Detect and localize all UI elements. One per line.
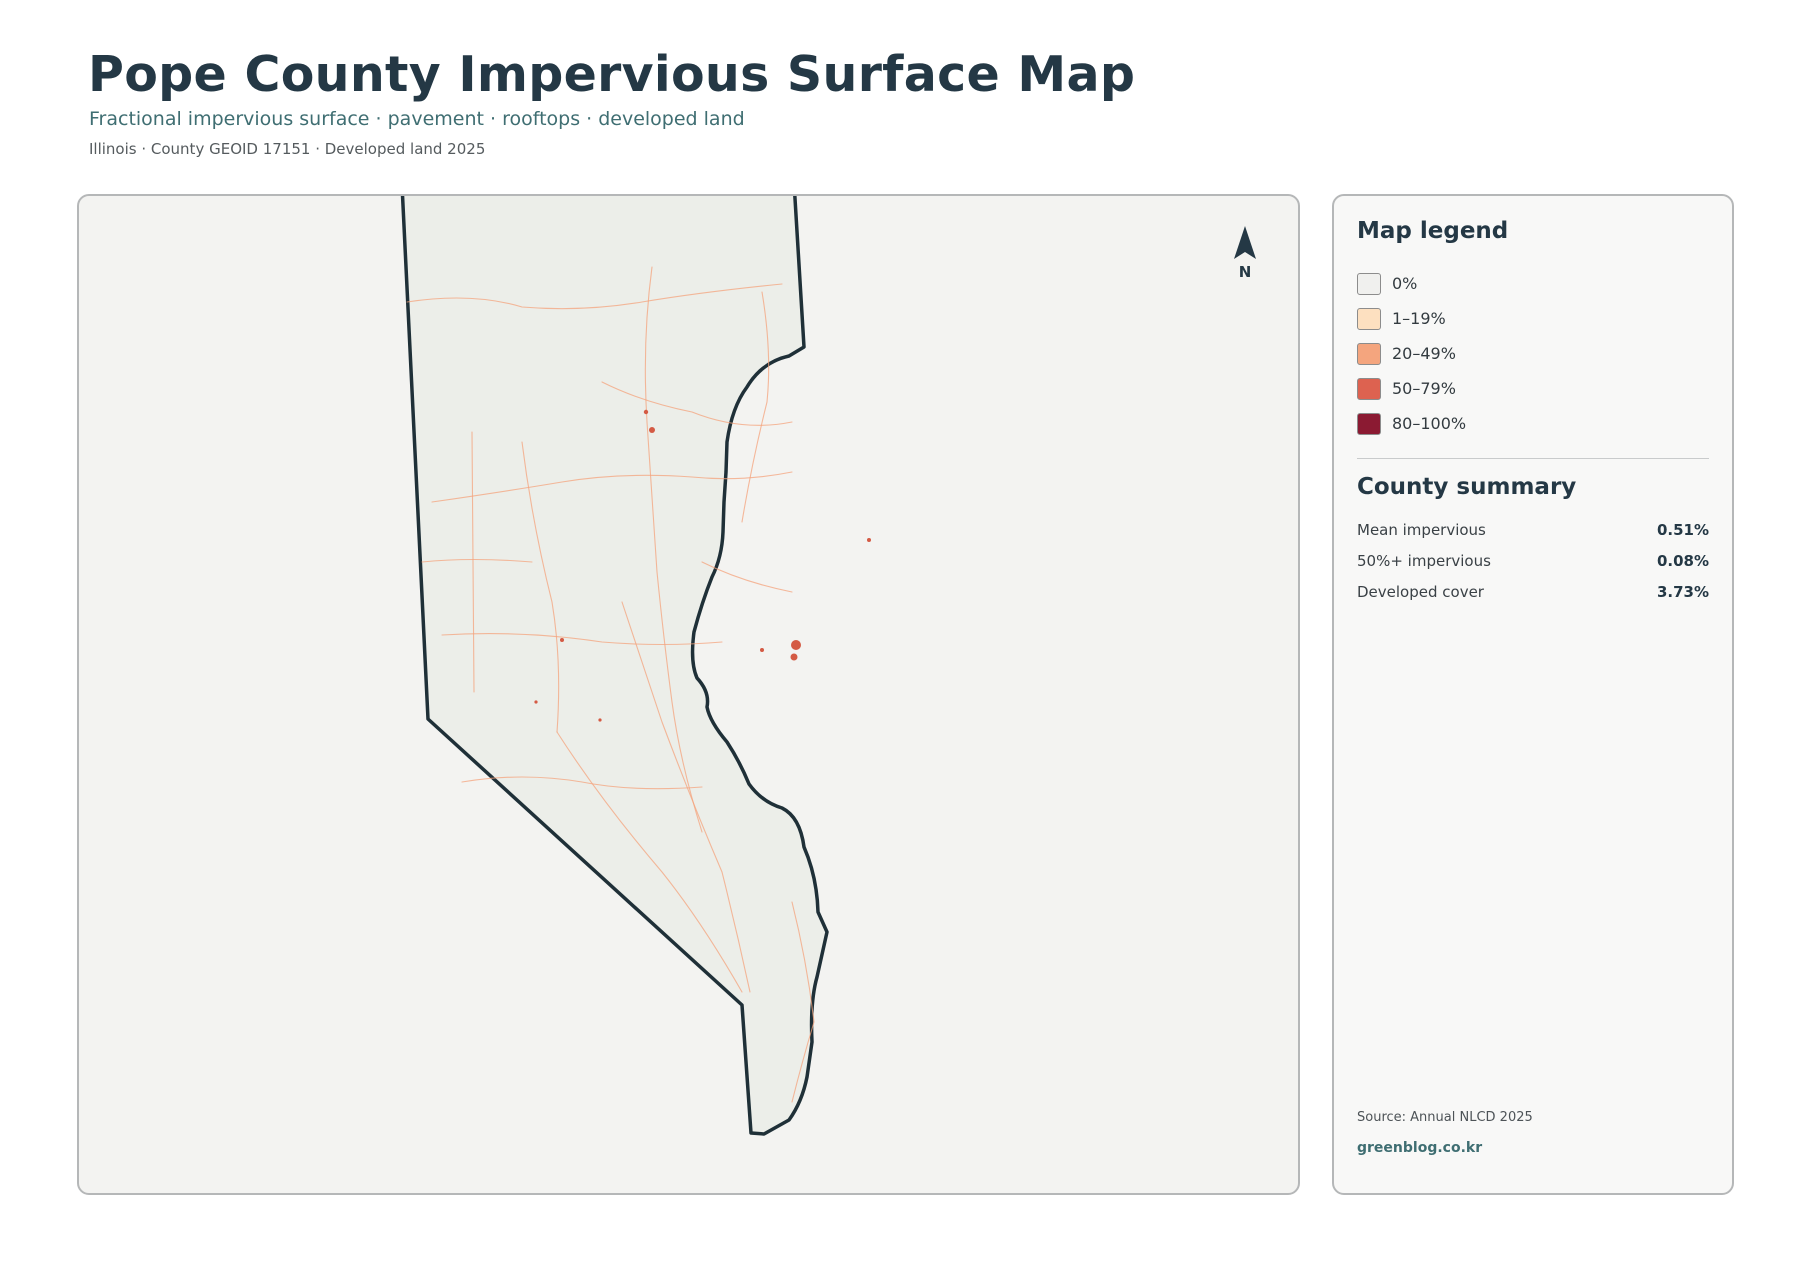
summary-row: Mean impervious 0.51% [1357, 514, 1709, 545]
legend-swatch [1357, 307, 1381, 330]
summary-value: 0.08% [1656, 551, 1709, 570]
page-meta: Illinois · County GEOID 17151 · Develope… [89, 140, 486, 158]
panel-divider [1357, 458, 1709, 459]
summary-row: 50%+ impervious 0.08% [1357, 545, 1709, 576]
page-subtitle: Fractional impervious surface · pavement… [89, 108, 745, 130]
map-panel[interactable] [77, 194, 1300, 1195]
north-label: N [1238, 263, 1252, 281]
summary-value: 0.51% [1656, 520, 1709, 539]
summary-label: 50%+ impervious [1357, 551, 1491, 570]
summary-stats: Mean impervious 0.51% 50%+ impervious 0.… [1357, 514, 1709, 607]
legend-item: 80–100% [1357, 406, 1466, 441]
legend-label: 20–49% [1392, 344, 1456, 363]
legend-list: 0% 1–19% 20–49% 50–79% 80–100% [1357, 266, 1466, 441]
legend-panel: Map legend 0% 1–19% 20–49% 50–79% 80–100… [1332, 194, 1734, 1195]
legend-label: 1–19% [1392, 309, 1446, 328]
summary-row: Developed cover 3.73% [1357, 576, 1709, 607]
source-note: Source: Annual NLCD 2025 [1357, 1110, 1533, 1125]
legend-item: 0% [1357, 266, 1466, 301]
summary-title: County summary [1357, 474, 1577, 500]
legend-label: 50–79% [1392, 379, 1456, 398]
summary-label: Developed cover [1357, 582, 1484, 601]
legend-label: 80–100% [1392, 414, 1467, 433]
legend-swatch [1357, 412, 1381, 435]
summary-label: Mean impervious [1357, 520, 1486, 539]
legend-item: 20–49% [1357, 336, 1466, 371]
county-boundary [400, 196, 829, 1136]
page-title: Pope County Impervious Surface Map [88, 46, 1136, 103]
legend-title: Map legend [1357, 218, 1509, 244]
legend-item: 1–19% [1357, 301, 1466, 336]
credit-link[interactable]: greenblog.co.kr [1357, 1140, 1482, 1156]
legend-label: 0% [1392, 274, 1418, 293]
legend-item: 50–79% [1357, 371, 1466, 406]
legend-swatch [1357, 377, 1381, 400]
legend-swatch [1357, 272, 1381, 295]
summary-value: 3.73% [1656, 582, 1709, 601]
county-map [400, 196, 871, 1136]
legend-swatch [1357, 342, 1381, 365]
